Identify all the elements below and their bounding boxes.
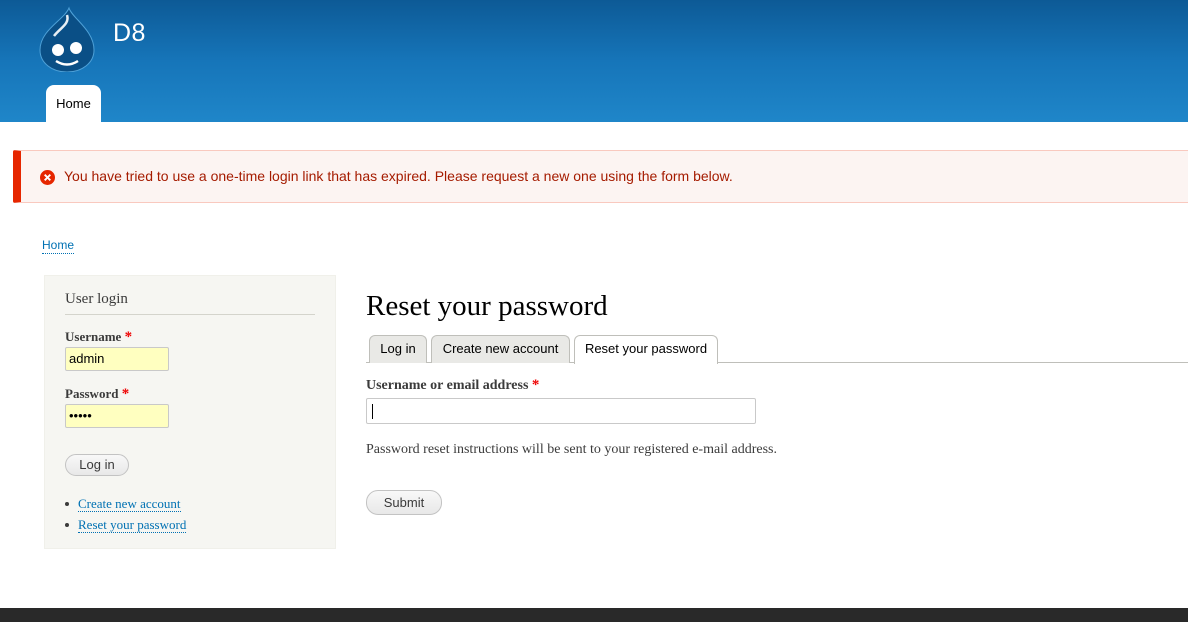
error-message: You have tried to use a one-time login l… — [13, 150, 1188, 203]
username-email-label: Username or email address * — [366, 377, 539, 394]
required-mark: * — [124, 329, 133, 345]
nav-tab-home[interactable]: Home — [46, 85, 101, 122]
tab-log-in[interactable]: Log in — [369, 335, 427, 363]
login-button[interactable]: Log in — [65, 454, 129, 476]
password-field[interactable]: ••••• — [65, 404, 169, 428]
error-circle-icon — [40, 170, 55, 185]
text-caret — [372, 404, 373, 419]
username-label: Username * — [65, 329, 132, 346]
tab-create-account[interactable]: Create new account — [431, 335, 570, 363]
username-label-text: Username — [65, 329, 122, 344]
list-item: Create new account — [65, 493, 186, 514]
field-description: Password reset instructions will be sent… — [366, 442, 777, 457]
drupal-drop-icon[interactable] — [36, 6, 98, 72]
site-name[interactable]: D8 — [113, 19, 146, 48]
password-label-text: Password — [65, 386, 119, 401]
reset-password-link[interactable]: Reset your password — [78, 517, 187, 533]
create-account-link[interactable]: Create new account — [78, 496, 181, 512]
password-label: Password * — [65, 386, 129, 403]
breadcrumb-home[interactable]: Home — [42, 238, 75, 254]
site-footer — [0, 608, 1188, 622]
username-field[interactable]: admin — [65, 347, 169, 371]
submit-button[interactable]: Submit — [366, 490, 442, 515]
user-links: Create new account Reset your password — [65, 493, 187, 535]
list-item: Reset your password — [65, 514, 187, 535]
user-login-block: User login Username * admin Password * •… — [44, 275, 336, 549]
site-header: D8 Home — [0, 0, 1188, 122]
username-email-input[interactable] — [366, 398, 756, 424]
required-mark: * — [531, 377, 540, 393]
error-message-text: You have tried to use a one-time login l… — [64, 168, 733, 184]
required-mark: * — [121, 386, 130, 402]
username-email-label-text: Username or email address — [366, 378, 529, 393]
block-title: User login — [65, 291, 315, 315]
page-title: Reset your password — [366, 290, 608, 322]
tab-reset-password[interactable]: Reset your password — [574, 335, 718, 364]
